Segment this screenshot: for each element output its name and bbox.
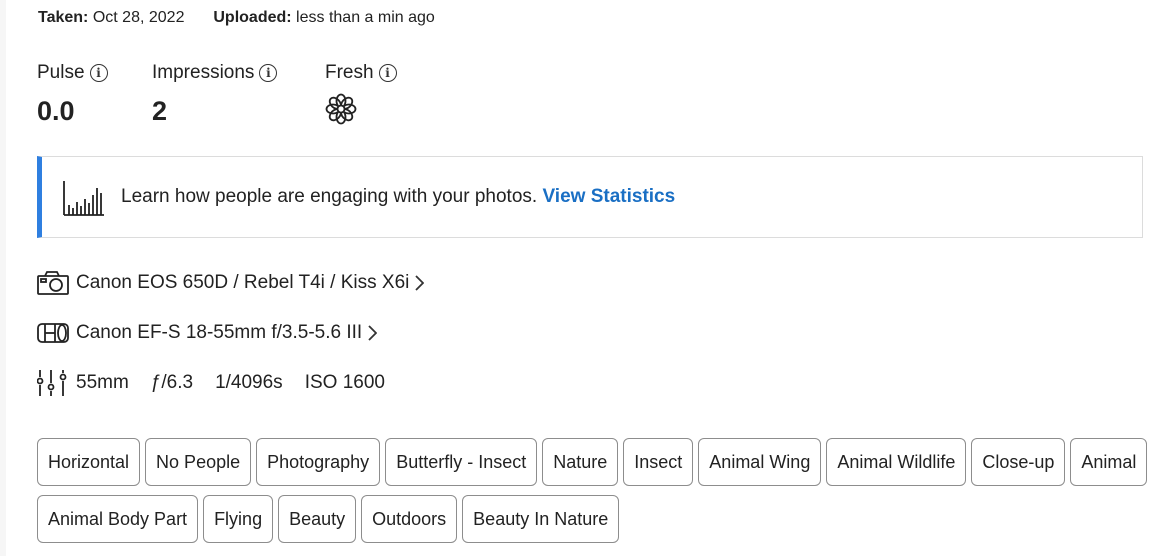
- tag-nature[interactable]: Nature: [542, 438, 619, 486]
- impressions-label: Impressions: [152, 62, 255, 83]
- tag-animal-wildlife[interactable]: Animal Wildlife: [826, 438, 967, 486]
- banner-text: Learn how people are engaging with your …: [121, 186, 675, 208]
- tag-animal-body-part[interactable]: Animal Body Part: [37, 495, 199, 543]
- fresh-stat: Fresh i: [325, 62, 397, 127]
- tag-beauty-in-nature[interactable]: Beauty In Nature: [462, 495, 620, 543]
- uploaded-label: Uploaded:: [213, 9, 292, 26]
- tag-outdoors[interactable]: Outdoors: [361, 495, 458, 543]
- photo-meta: Taken: Oct 28, 2022 Uploaded: less than …: [38, 8, 435, 28]
- tag-beauty[interactable]: Beauty: [278, 495, 357, 543]
- tag-animal-wing[interactable]: Animal Wing: [698, 438, 822, 486]
- impressions-value: 2: [152, 96, 168, 126]
- flower-icon: [325, 93, 397, 127]
- camera-icon: [37, 271, 71, 295]
- shutter-speed: 1/4096s: [215, 372, 283, 393]
- taken-label: Taken:: [38, 9, 89, 26]
- lens-model[interactable]: Canon EF-S 18-55mm f/3.5-5.6 III: [76, 322, 362, 344]
- pulse-label: Pulse: [37, 62, 85, 83]
- aperture: ƒ/6.3: [150, 372, 194, 393]
- tag-animal[interactable]: Animal: [1070, 438, 1148, 486]
- settings-sliders-icon: [37, 370, 71, 396]
- tag-close-up[interactable]: Close-up: [971, 438, 1066, 486]
- tag-row: Animal Body Part Flying Beauty Outdoors …: [37, 495, 1147, 543]
- tag-list: Horizontal No People Photography Butterf…: [37, 438, 1148, 552]
- tag-insect[interactable]: Insect: [623, 438, 694, 486]
- view-statistics-link[interactable]: View Statistics: [542, 186, 675, 207]
- tag-horizontal[interactable]: Horizontal: [37, 438, 141, 486]
- tag-butterfly-insect[interactable]: Butterfly - Insect: [385, 438, 538, 486]
- tag-no-people[interactable]: No People: [145, 438, 252, 486]
- fresh-label: Fresh: [325, 62, 374, 83]
- iso: ISO 1600: [304, 372, 385, 393]
- chevron-right-icon: [368, 325, 378, 341]
- camera-model[interactable]: Canon EOS 650D / Rebel T4i / Kiss X6i: [76, 272, 409, 294]
- exposure-settings-row: 55mm ƒ/6.3 1/4096s ISO 1600: [37, 368, 407, 398]
- info-icon[interactable]: i: [89, 64, 108, 82]
- impressions-stat: Impressions i 2: [152, 62, 278, 127]
- pulse-stat: Pulse i 0.0: [37, 62, 108, 127]
- uploaded-time: less than a min ago: [296, 9, 435, 26]
- lens-row[interactable]: Canon EF-S 18-55mm f/3.5-5.6 III: [37, 318, 378, 348]
- chevron-right-icon: [415, 275, 425, 291]
- left-edge-strip: [0, 0, 6, 556]
- focal-length: 55mm: [76, 372, 129, 393]
- bar-chart-icon: [63, 181, 104, 216]
- tag-flying[interactable]: Flying: [203, 495, 274, 543]
- tag-photography[interactable]: Photography: [256, 438, 381, 486]
- info-icon[interactable]: i: [259, 64, 278, 82]
- lens-icon: [37, 321, 71, 345]
- camera-row[interactable]: Canon EOS 650D / Rebel T4i / Kiss X6i: [37, 268, 425, 298]
- statistics-banner: Learn how people are engaging with your …: [37, 156, 1143, 238]
- tag-row: Horizontal No People Photography Butterf…: [37, 438, 1148, 486]
- info-icon[interactable]: i: [378, 64, 397, 82]
- pulse-value: 0.0: [37, 96, 75, 126]
- taken-date: Oct 28, 2022: [92, 9, 185, 26]
- banner-message: Learn how people are engaging with your …: [121, 186, 538, 207]
